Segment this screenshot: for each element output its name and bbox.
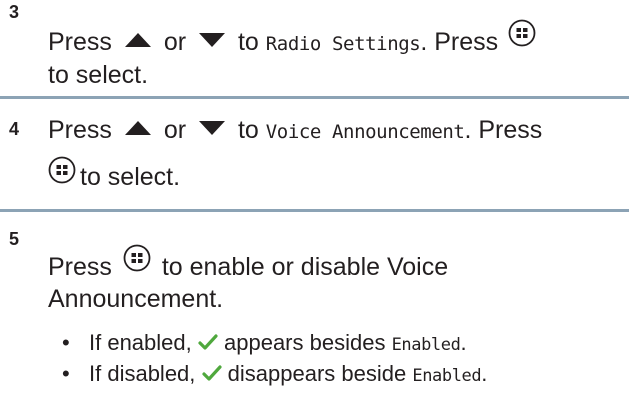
step-divider: [0, 96, 629, 99]
step-number: 3: [9, 2, 20, 22]
instruction-text: to: [237, 28, 259, 56]
menu-item-name: Voice Announcement: [265, 121, 465, 143]
instruction-text: Press: [48, 116, 112, 144]
bullet-text: disappears beside: [227, 361, 407, 386]
menu-item-name: Radio Settings: [265, 33, 421, 55]
step-instruction-line: to select.: [48, 156, 181, 192]
menu-item-name: Enabled: [412, 366, 482, 386]
bullet-item: • If disabled, disappears beside Enabled.: [62, 359, 487, 391]
step-divider: [0, 209, 629, 212]
bullet-text: If enabled,: [89, 330, 192, 355]
bullet-text: If disabled,: [89, 361, 196, 386]
instruction-text: or: [163, 28, 187, 56]
instruction-text: Announcement.: [48, 285, 224, 313]
bullet-dot: •: [62, 361, 70, 386]
step-instruction-line: Press or to Voice Announcement. Press: [48, 115, 542, 147]
checkmark-icon: [198, 334, 218, 350]
step-instruction-line: Announcement.: [48, 284, 223, 314]
instruction-text: Press: [48, 28, 112, 56]
bullet-text: .: [481, 361, 488, 386]
instruction-text: . Press: [464, 116, 543, 144]
instruction-text: Press: [48, 253, 112, 281]
instruction-text: to enable or disable Voice: [161, 253, 449, 281]
instruction-text: to select.: [48, 61, 149, 89]
step-number: 5: [9, 229, 20, 249]
up-arrow-icon: [124, 33, 151, 48]
bullet-text: .: [460, 330, 467, 355]
step-instruction-line: Press or to Radio Settings. Press: [48, 19, 536, 59]
instruction-text: to select.: [80, 163, 181, 191]
step-instruction-line: Press to enable or disable Voice: [48, 244, 449, 282]
down-arrow-icon: [199, 121, 225, 136]
menu-item-name: Enabled: [391, 335, 461, 355]
step-instruction-line: to select.: [48, 60, 148, 90]
up-arrow-icon: [124, 121, 151, 136]
menu-ok-button-icon: [508, 19, 536, 47]
instruction-text: or: [163, 116, 187, 144]
instruction-text: to: [237, 116, 259, 144]
menu-ok-button-icon: [123, 244, 151, 272]
bullet-dot: •: [62, 330, 70, 355]
bullet-text: appears besides: [224, 330, 386, 355]
bullet-item: • If enabled, appears besides Enabled.: [62, 328, 467, 360]
down-arrow-icon: [199, 33, 225, 48]
menu-ok-button-icon: [48, 156, 76, 184]
checkmark-icon: [201, 365, 222, 381]
instruction-text: . Press: [420, 28, 499, 56]
step-number: 4: [9, 119, 20, 139]
